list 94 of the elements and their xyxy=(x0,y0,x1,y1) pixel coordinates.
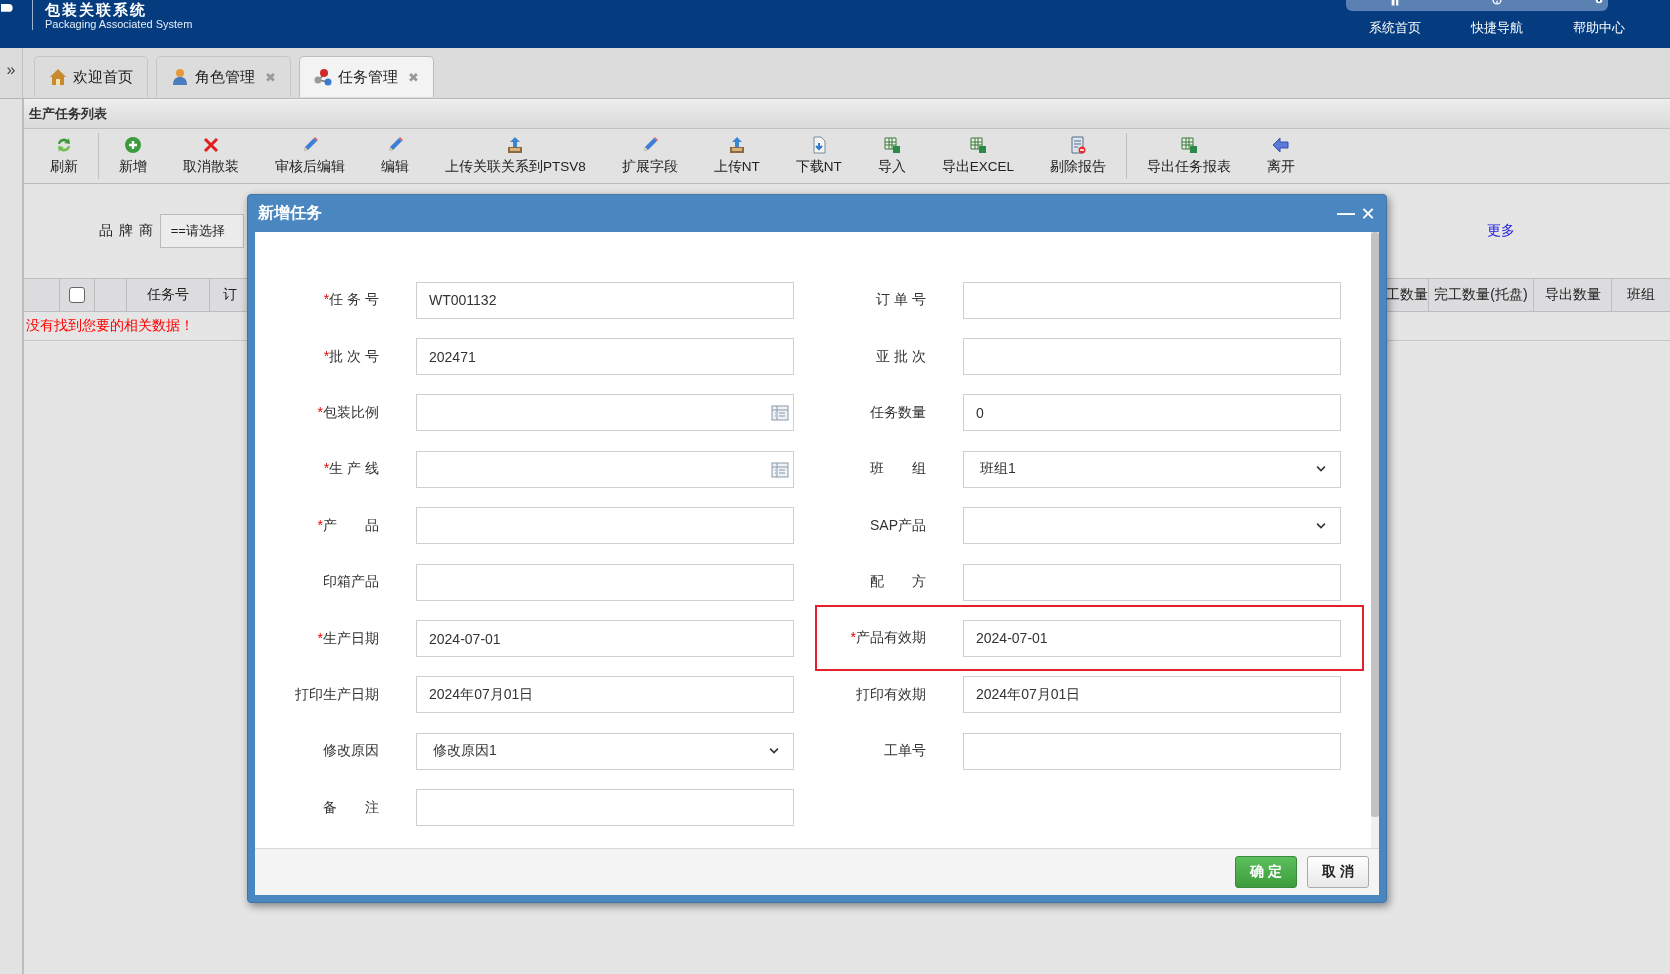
field-label: 亚 批 次 xyxy=(875,347,926,366)
column-header: 完工数量(托盘) xyxy=(1429,279,1534,311)
text-field[interactable] xyxy=(963,281,1341,319)
field-label: 工单号 xyxy=(883,742,926,761)
toolbar-button[interactable]: 扩展字段 xyxy=(603,129,696,183)
field-label: 打印有效期 xyxy=(855,685,926,704)
person-icon xyxy=(171,68,189,86)
checkbox[interactable] xyxy=(69,287,85,303)
table-icon xyxy=(771,404,789,423)
pencil-icon xyxy=(386,136,404,154)
add-icon xyxy=(124,136,142,154)
field-label: *生产日期 xyxy=(316,629,379,648)
report-icon xyxy=(1069,136,1088,154)
toolbar-button[interactable]: 审核后编辑 xyxy=(257,129,363,183)
field-label: 备 注 xyxy=(322,798,379,817)
field-label: *产品有效期 xyxy=(849,629,926,648)
collapse-toggle[interactable]: » xyxy=(0,48,23,98)
text-field[interactable] xyxy=(416,507,794,545)
more-link[interactable]: 更多 xyxy=(1486,222,1515,240)
refresh-icon xyxy=(55,136,73,154)
spreadsheet-icon xyxy=(968,136,987,154)
field-label: 打印生产日期 xyxy=(294,685,379,704)
cross-icon xyxy=(202,136,220,154)
toolbar-button[interactable]: 离开 xyxy=(1249,129,1314,183)
upload-icon xyxy=(727,136,746,154)
tab-label: 角色管理 xyxy=(195,67,255,87)
text-field[interactable]: 2024-07-01 xyxy=(416,620,794,658)
field-label: SAP产品 xyxy=(869,516,926,535)
field-label: 班 组 xyxy=(869,460,926,479)
text-field[interactable] xyxy=(963,732,1341,770)
text-field[interactable]: WT001132 xyxy=(416,281,794,319)
toolbar-button[interactable]: 剔除报告 xyxy=(1032,129,1125,183)
panel-title: 生产任务列表 xyxy=(24,99,1670,129)
toolbar-button[interactable]: 导出EXCEL xyxy=(923,129,1033,183)
toolbar-button[interactable]: 下载NT xyxy=(777,129,860,183)
field-label: 订 单 号 xyxy=(875,291,926,310)
column-header: 导出数量 xyxy=(1534,279,1612,311)
toolbar-button[interactable]: 上传NT xyxy=(695,129,778,183)
toolbar-button[interactable]: 导出任务报表 xyxy=(1129,129,1250,183)
app-title: 包装关联系统 xyxy=(45,1,148,18)
table-icon xyxy=(771,460,789,479)
dialog-title: 新增任务 xyxy=(257,203,323,223)
toolbar-button[interactable]: 新增 xyxy=(101,129,165,183)
tab[interactable]: 角色管理 ✖ xyxy=(156,56,291,97)
text-field[interactable] xyxy=(416,789,794,827)
text-field[interactable] xyxy=(963,338,1341,376)
toolbar-button[interactable]: 取消散装 xyxy=(165,129,257,183)
spreadsheet-icon xyxy=(1180,136,1199,154)
nodes-icon xyxy=(313,68,332,86)
field-label: 印箱产品 xyxy=(322,573,379,592)
field-label: *任 务 号 xyxy=(322,291,379,310)
tab[interactable]: 任务管理 ✖ xyxy=(298,56,434,97)
toolbar-button[interactable]: 编辑 xyxy=(363,129,427,183)
text-field[interactable] xyxy=(416,563,794,601)
field-label: *生 产 线 xyxy=(322,460,379,479)
back-arrow-icon xyxy=(1272,136,1291,154)
app-subtitle: Packaging Associated System xyxy=(45,18,193,31)
field-label: 配 方 xyxy=(869,573,926,592)
field-label: *包装比例 xyxy=(316,403,379,422)
text-field[interactable]: 2024-07-01 xyxy=(963,619,1341,657)
text-field[interactable] xyxy=(963,563,1341,601)
brand-select[interactable]: ==请选择 xyxy=(159,214,244,248)
picker-field[interactable] xyxy=(416,394,794,432)
text-field[interactable]: 2024年07月01日 xyxy=(416,676,794,714)
scrollbar[interactable] xyxy=(1371,232,1379,848)
select-field[interactable]: 修改原因1 xyxy=(416,732,794,770)
picker-field[interactable] xyxy=(416,450,794,488)
nav-link[interactable]: 帮助中心 xyxy=(1573,19,1625,37)
select-field[interactable]: 班组1 xyxy=(963,450,1341,488)
field-label: *产 品 xyxy=(316,516,379,535)
cancel-button[interactable]: 取 消 xyxy=(1307,856,1369,888)
upload-icon xyxy=(506,136,525,154)
toolbar-button[interactable]: 刷新 xyxy=(32,129,96,183)
text-field[interactable]: 0 xyxy=(963,394,1341,432)
nav-link[interactable]: 快捷导航 xyxy=(1471,19,1523,37)
tab-label: 欢迎首页 xyxy=(73,67,133,87)
spreadsheet-icon xyxy=(882,136,901,154)
tab[interactable]: 欢迎首页 xyxy=(34,56,148,97)
select-field[interactable] xyxy=(963,507,1341,545)
column-header: 班组 xyxy=(1626,285,1656,304)
tab-label: 任务管理 xyxy=(337,67,398,87)
toolbar-button[interactable]: 导入 xyxy=(859,129,924,183)
field-label: 任务数量 xyxy=(869,403,926,422)
text-field[interactable]: 2024年07月01日 xyxy=(963,676,1341,714)
text-field[interactable]: 202471 xyxy=(416,338,794,376)
filter-label: 品 牌 商 xyxy=(99,222,154,240)
field-label: *批 次 号 xyxy=(322,347,379,366)
toolbar-button[interactable]: 上传关联关系到PTSV8 xyxy=(427,129,604,183)
field-label: 修改原因 xyxy=(322,742,379,761)
column-header: 任务号 xyxy=(127,279,210,311)
minimize-button[interactable]: — xyxy=(1335,203,1357,224)
pencil-icon xyxy=(301,136,319,154)
nav-link[interactable]: 系统首页 xyxy=(1369,19,1421,37)
close-button[interactable]: ✕ xyxy=(1357,202,1379,225)
